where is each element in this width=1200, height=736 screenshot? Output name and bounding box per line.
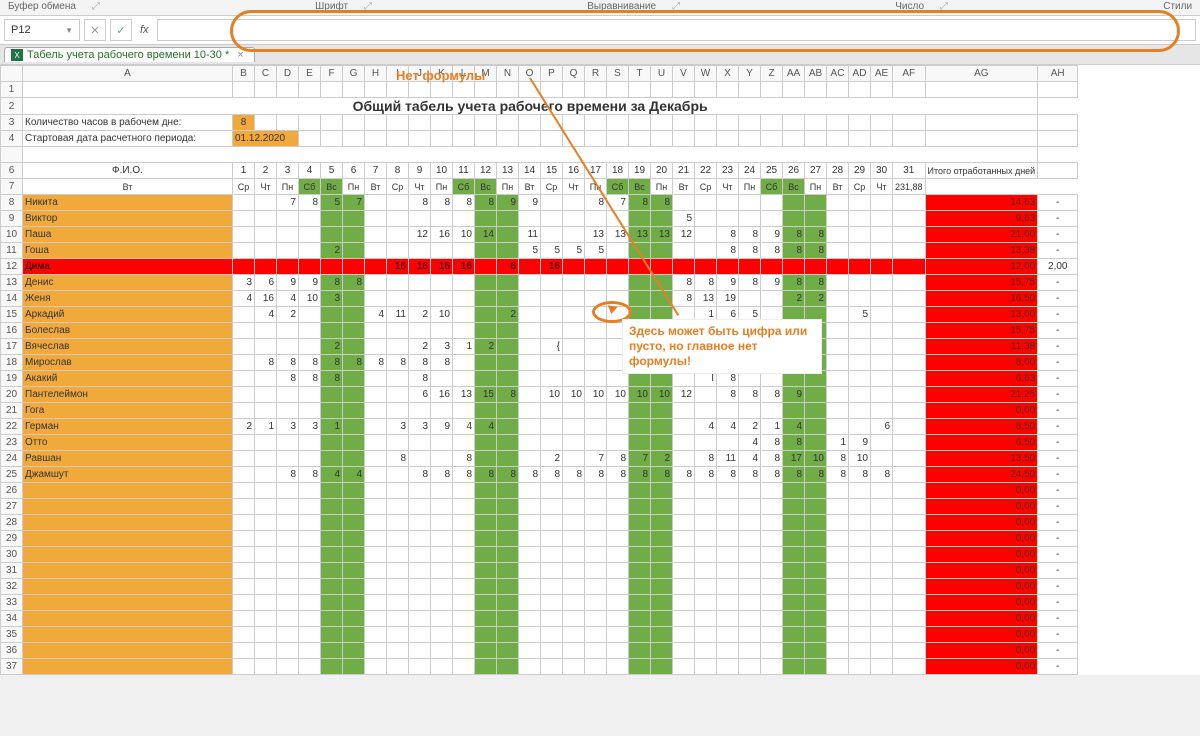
table-row[interactable]: 360,00- [1,643,1078,659]
name-box[interactable]: P12▼ [4,19,80,41]
table-row[interactable]: 270,00- [1,499,1078,515]
cancel-icon[interactable]: ✕ [84,19,106,41]
table-row[interactable]: 16Болеслав8981315,75- [1,323,1078,339]
fx-icon[interactable]: fx [136,24,153,36]
table-row[interactable]: 10Паша121610141113131313128898821,00- [1,227,1078,243]
table-row[interactable]: 9Виктор59,63- [1,211,1078,227]
ribbon-groups: Буфер обмена⤢ Шрифт⤢ Выравнивание⤢ Число… [0,0,1200,16]
table-row[interactable]: 18Мирослав888888888888,00- [1,355,1078,371]
formula-bar-row: P12▼ ✕ ✓ fx [0,16,1200,45]
spreadsheet-grid[interactable]: ABCDEFGHIJKLMNOPQRSTUVWXYZAAABACADAEAFAG… [0,65,1200,675]
table-row[interactable]: 22Герман21331339444421468,50- [1,419,1078,435]
table-row[interactable]: 290,00- [1,531,1078,547]
table-row[interactable]: 24Равшан882787281148171081013,50- [1,451,1078,467]
table-row[interactable]: 260,00- [1,483,1078,499]
table-row[interactable]: 17Вячеслав22312{I11082111,38- [1,339,1078,355]
table-row[interactable]: 23Отто488196,50- [1,435,1078,451]
table-row[interactable]: 14Женя4164103813192216,50- [1,291,1078,307]
table-row[interactable]: 21Гога0,00- [1,403,1078,419]
table-row[interactable]: 19Акакий8888I86,63- [1,371,1078,387]
table-row[interactable]: 300,00- [1,547,1078,563]
table-row[interactable]: 20Пантелеймон616131581010101010101288892… [1,387,1078,403]
table-row[interactable]: 11Гоша255558888813,38- [1,243,1078,259]
table-row[interactable]: 340,00- [1,611,1078,627]
table-row[interactable]: 350,00- [1,627,1078,643]
table-row[interactable]: 25Джамшут8844888888888888888888888824,50… [1,467,1078,483]
table-row[interactable]: 12Дима1616161661612,002,00 [1,259,1078,275]
table-row[interactable]: 310,00- [1,563,1078,579]
table-row[interactable]: 8Никита7857888899878814,63- [1,195,1078,211]
table-row[interactable]: 280,00- [1,515,1078,531]
file-tab-row: X Табель учета рабочего времени 10-30 * … [0,45,1200,65]
table-row[interactable]: 330,00- [1,595,1078,611]
table-row[interactable]: 320,00- [1,579,1078,595]
file-tab[interactable]: X Табель учета рабочего времени 10-30 * … [4,47,255,62]
excel-icon: X [11,49,23,61]
table-row[interactable]: 13Денис369988889898815,75- [1,275,1078,291]
formula-bar[interactable] [157,19,1196,41]
sheet-title: Общий табель учета рабочего времени за Д… [23,98,1038,115]
table-row[interactable]: 15Аркадий424112102165513,00- [1,307,1078,323]
table-row[interactable]: 370,00- [1,659,1078,675]
confirm-icon[interactable]: ✓ [110,19,132,41]
close-tab-icon[interactable]: × [237,49,243,61]
